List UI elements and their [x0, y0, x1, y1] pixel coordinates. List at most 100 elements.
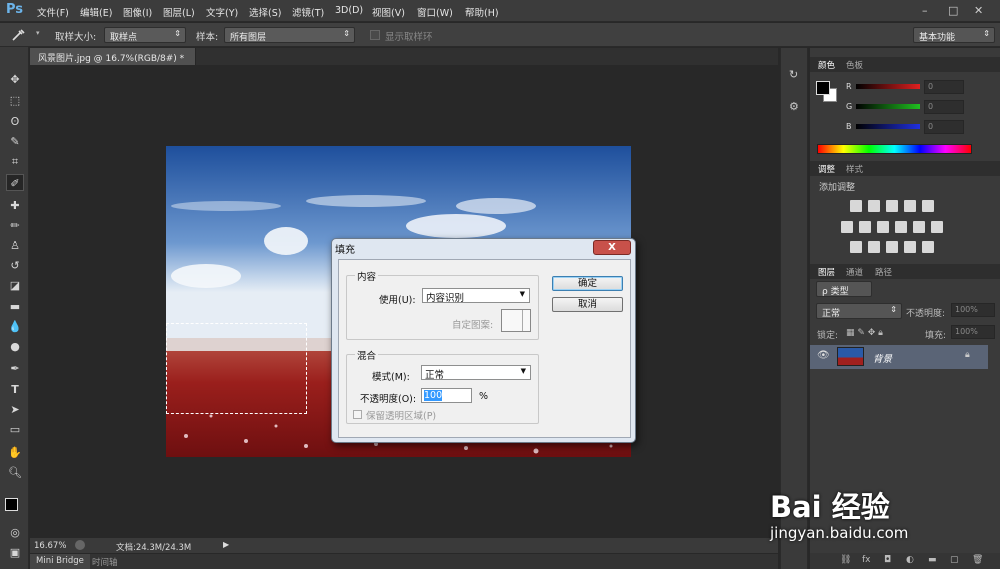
- channel-g-value[interactable]: 0: [924, 100, 964, 114]
- spot-healing-tool-icon[interactable]: ✚: [6, 197, 24, 214]
- document-tab[interactable]: 风景图片.jpg @ 16.7%(RGB/8#) * ×: [30, 48, 196, 74]
- hand-tool-icon[interactable]: ✋: [6, 444, 24, 461]
- menu-view[interactable]: 视图(V): [372, 5, 405, 19]
- sample-select[interactable]: 所有图层 ⇕: [224, 27, 355, 43]
- menu-filter[interactable]: 滤镜(T): [292, 5, 324, 19]
- preserve-transparency-checkbox[interactable]: [353, 410, 362, 419]
- restore-icon[interactable]: □: [948, 4, 958, 17]
- quick-select-tool-icon[interactable]: ✎: [6, 133, 24, 150]
- layer-filter-select[interactable]: ρ 类型: [816, 281, 872, 297]
- vibrance-icon[interactable]: [922, 200, 934, 212]
- menu-edit[interactable]: 编辑(E): [80, 5, 112, 19]
- cancel-button[interactable]: 取消: [552, 297, 623, 312]
- type-tool-icon[interactable]: T: [6, 381, 24, 398]
- menu-help[interactable]: 帮助(H): [465, 5, 499, 19]
- tab-color[interactable]: 颜色: [818, 59, 835, 71]
- menu-image[interactable]: 图像(I): [123, 5, 152, 19]
- crop-tool-icon[interactable]: ⌗: [6, 153, 24, 170]
- channel-b-slider[interactable]: [856, 124, 920, 129]
- status-menu-arrow-icon[interactable]: ▶: [223, 540, 229, 549]
- blend-mode-select[interactable]: 正常 ⇕: [816, 303, 902, 319]
- menu-type[interactable]: 文字(Y): [206, 5, 238, 19]
- channel-r-value[interactable]: 0: [924, 80, 964, 94]
- photo-filter-icon[interactable]: [895, 221, 907, 233]
- history-panel-icon[interactable]: ↻: [789, 68, 802, 82]
- status-icon[interactable]: [75, 540, 85, 550]
- tab-paths[interactable]: 路径: [875, 266, 892, 278]
- preset-arrow-icon[interactable]: ▾: [36, 29, 40, 37]
- invert-icon[interactable]: [850, 241, 862, 253]
- fill-value[interactable]: 100%: [951, 325, 995, 339]
- dialog-close-button[interactable]: X: [593, 240, 631, 255]
- levels-icon[interactable]: [868, 200, 880, 212]
- hue-saturation-icon[interactable]: [841, 221, 853, 233]
- zoom-tool-icon[interactable]: 🔍︎: [6, 464, 24, 481]
- eyedropper-icon[interactable]: [10, 28, 26, 42]
- channel-mixer-icon[interactable]: [913, 221, 925, 233]
- pattern-picker[interactable]: [501, 309, 531, 332]
- lock-pixels-icon[interactable]: ▦ ✎ ✥ 🔒︎: [846, 328, 883, 338]
- tab-layers[interactable]: 图层: [818, 266, 835, 278]
- gradient-map-icon[interactable]: [904, 241, 916, 253]
- brightness-icon[interactable]: [850, 200, 862, 212]
- curves-icon[interactable]: [886, 200, 898, 212]
- show-ring-checkbox[interactable]: [370, 30, 380, 40]
- new-group-icon[interactable]: ▬: [928, 555, 937, 565]
- selective-color-icon[interactable]: [922, 241, 934, 253]
- workspace-select[interactable]: 基本功能 ⇕: [913, 27, 995, 43]
- foreground-color-swatch[interactable]: [816, 81, 830, 95]
- tab-adjustments[interactable]: 调整: [818, 163, 835, 175]
- menu-3d[interactable]: 3D(D): [335, 5, 363, 16]
- visibility-eye-icon[interactable]: 👁︎: [817, 350, 830, 361]
- zoom-level[interactable]: 16.67%: [34, 541, 66, 551]
- mode-select[interactable]: 正常 ▼: [421, 365, 531, 381]
- black-white-icon[interactable]: [877, 221, 889, 233]
- color-balance-icon[interactable]: [859, 221, 871, 233]
- quick-mask-icon[interactable]: ◎: [6, 524, 24, 541]
- lasso-tool-icon[interactable]: ʘ: [6, 113, 24, 130]
- blur-tool-icon[interactable]: 💧: [6, 318, 24, 335]
- rectangle-tool-icon[interactable]: ▭: [6, 421, 24, 438]
- foreground-color-swatch[interactable]: [5, 498, 18, 511]
- sample-size-select[interactable]: 取样点 ⇕: [104, 27, 186, 43]
- threshold-icon[interactable]: [886, 241, 898, 253]
- color-spectrum-bar[interactable]: [817, 144, 972, 154]
- channel-g-slider[interactable]: [856, 104, 920, 109]
- tab-channels[interactable]: 通道: [846, 266, 863, 278]
- minimize-icon[interactable]: –: [922, 4, 928, 17]
- tab-styles[interactable]: 样式: [846, 163, 863, 175]
- dodge-tool-icon[interactable]: ●: [6, 338, 24, 355]
- timeline-tab[interactable]: 时间轴: [92, 556, 118, 568]
- properties-panel-icon[interactable]: ⚙: [789, 100, 802, 114]
- menu-file[interactable]: 文件(F): [37, 5, 69, 19]
- ok-button[interactable]: 确定: [552, 276, 623, 291]
- eraser-tool-icon[interactable]: ◪: [6, 277, 24, 294]
- layer-style-icon[interactable]: fx: [862, 555, 871, 565]
- eyedropper-tool-icon[interactable]: ✐: [6, 174, 24, 191]
- screen-mode-icon[interactable]: ▣: [6, 544, 24, 561]
- path-selection-tool-icon[interactable]: ➤: [6, 401, 24, 418]
- color-lookup-icon[interactable]: [931, 221, 943, 233]
- adjustment-layer-icon[interactable]: ◐: [906, 555, 914, 565]
- menu-select[interactable]: 选择(S): [249, 5, 281, 19]
- selection-marquee[interactable]: [166, 323, 307, 414]
- tab-swatches[interactable]: 色板: [846, 59, 863, 71]
- delete-layer-icon[interactable]: 🗑︎: [972, 555, 983, 565]
- link-layers-icon[interactable]: ⛓: [840, 555, 851, 565]
- menu-layer[interactable]: 图层(L): [163, 5, 195, 19]
- history-brush-tool-icon[interactable]: ↺: [6, 257, 24, 274]
- mini-bridge-tab[interactable]: Mini Bridge: [30, 554, 90, 569]
- close-icon[interactable]: ✕: [974, 4, 983, 17]
- use-select[interactable]: 内容识别 ▼: [422, 288, 530, 304]
- move-tool-icon[interactable]: ✥: [6, 71, 24, 88]
- posterize-icon[interactable]: [868, 241, 880, 253]
- brush-tool-icon[interactable]: ✏: [6, 217, 24, 234]
- new-layer-icon[interactable]: ▢: [950, 555, 959, 565]
- channel-r-slider[interactable]: [856, 84, 920, 89]
- channel-b-value[interactable]: 0: [924, 120, 964, 134]
- layer-name[interactable]: 背景: [873, 351, 892, 365]
- clone-stamp-tool-icon[interactable]: ♙: [6, 237, 24, 254]
- exposure-icon[interactable]: [904, 200, 916, 212]
- layer-opacity-value[interactable]: 100%: [951, 303, 995, 317]
- opacity-input[interactable]: 100: [421, 388, 472, 403]
